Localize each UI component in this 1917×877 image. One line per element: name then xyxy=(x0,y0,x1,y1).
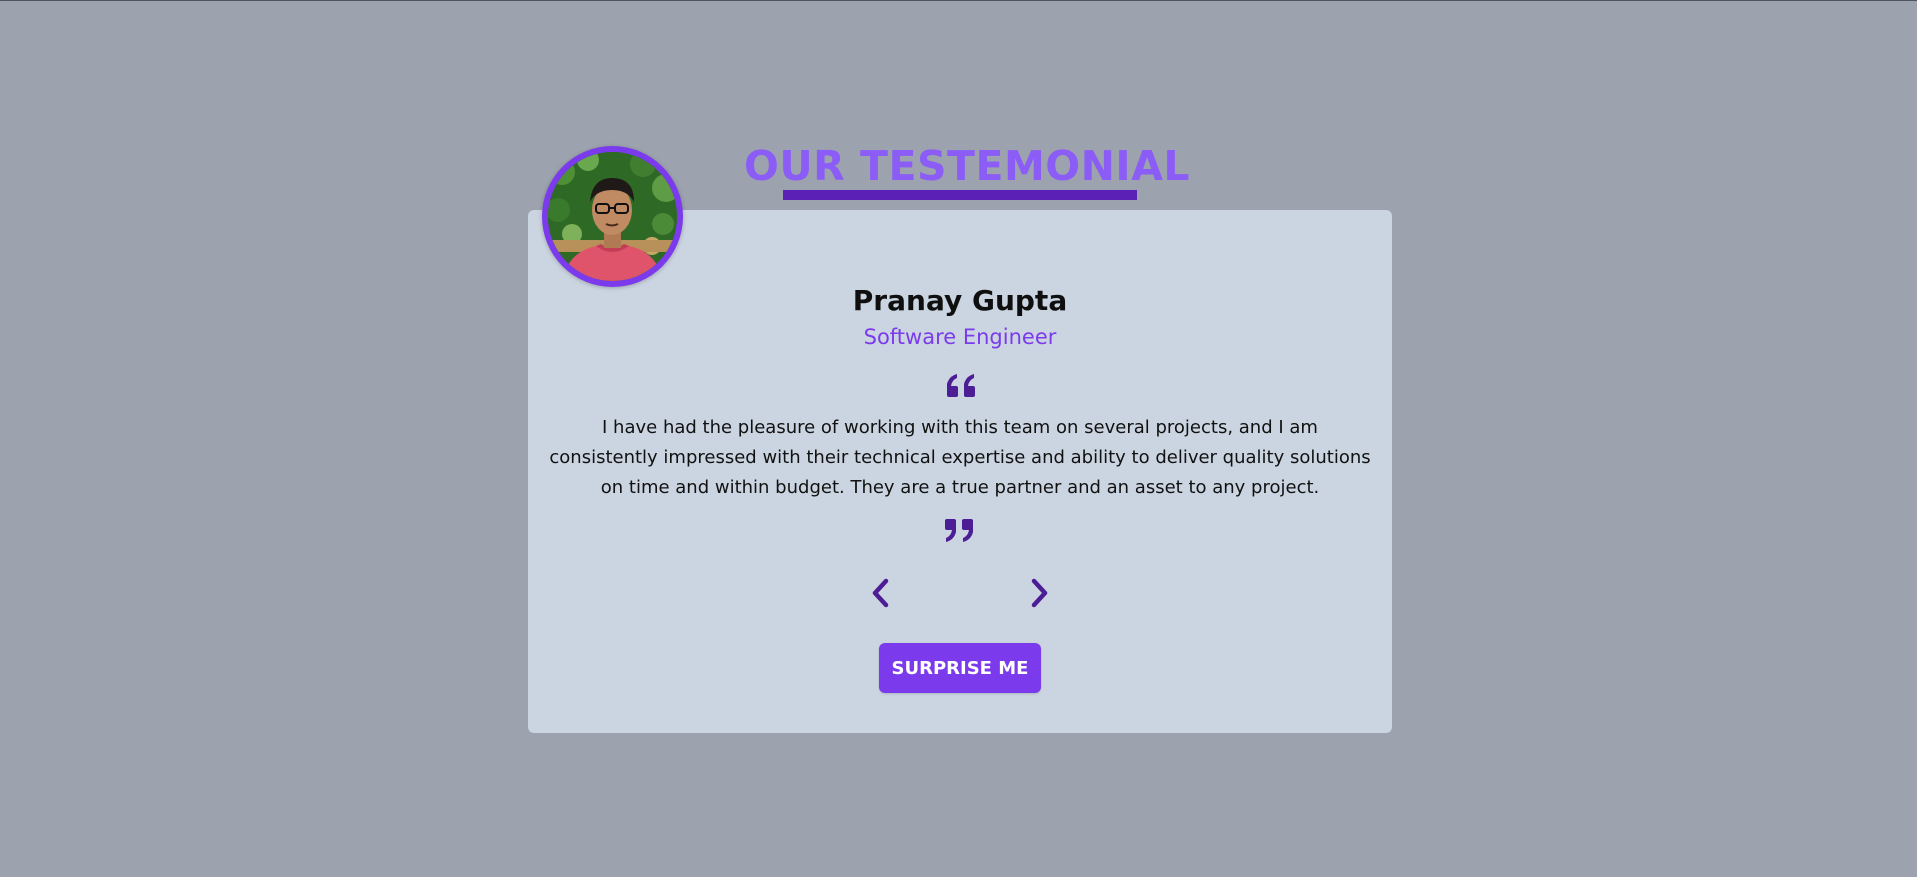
person-photo xyxy=(548,152,677,281)
person-name: Pranay Gupta xyxy=(852,284,1068,317)
next-button[interactable] xyxy=(1022,575,1056,611)
title-underline xyxy=(783,190,1137,200)
chevron-left-icon xyxy=(872,578,889,608)
quote-left-icon xyxy=(944,368,976,398)
person-job: Software Engineer xyxy=(863,325,1057,349)
page-title: OUR TESTEMONIAL xyxy=(744,142,1191,190)
review-text: I have had the pleasure of working with … xyxy=(549,417,1371,498)
surprise-me-button[interactable]: SURPRISE ME xyxy=(879,643,1041,693)
chevron-right-icon xyxy=(1031,578,1048,608)
quote-right-icon xyxy=(944,518,976,548)
avatar xyxy=(542,146,683,287)
prev-button[interactable] xyxy=(864,575,898,611)
